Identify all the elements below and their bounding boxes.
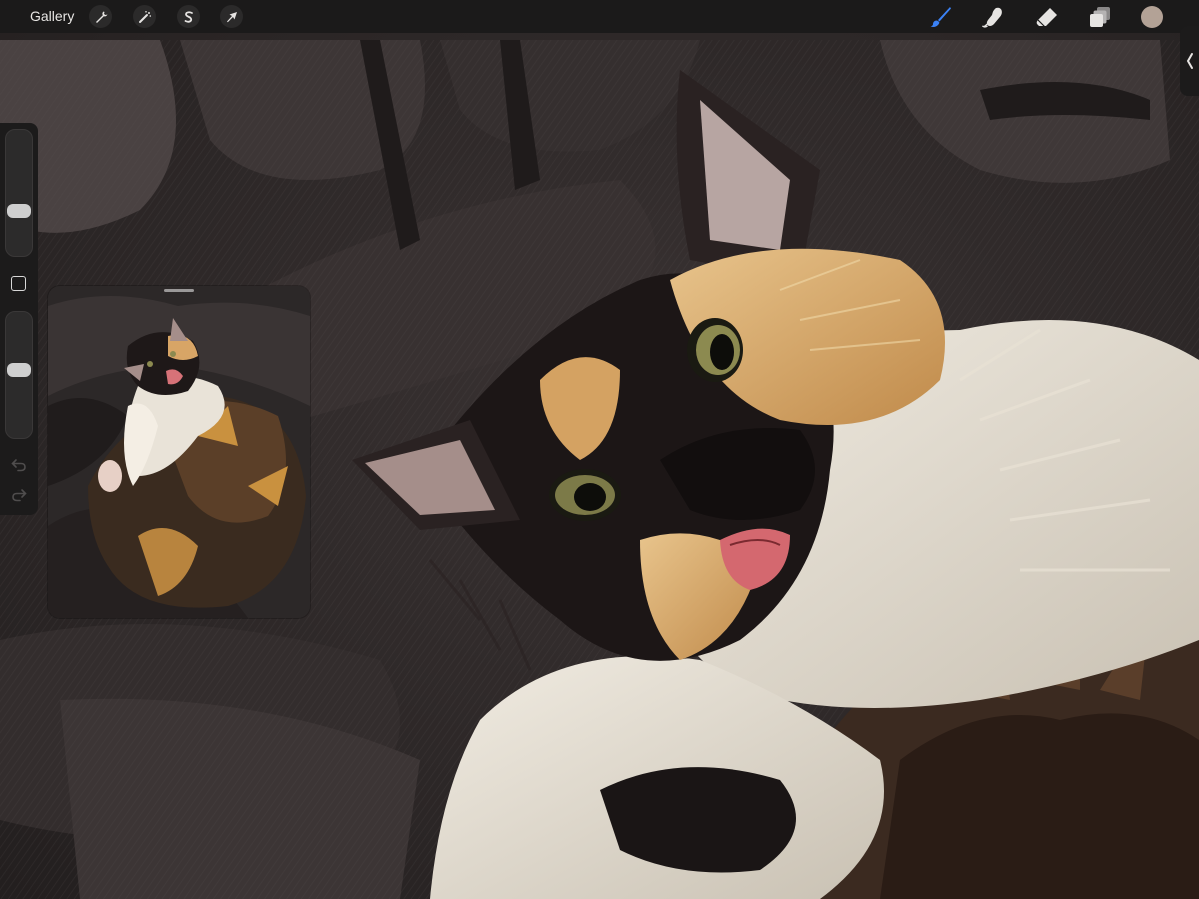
wrench-icon	[95, 11, 107, 23]
chevron-left-icon	[1186, 53, 1193, 69]
brush-icon	[930, 7, 951, 27]
top-toolbar: Gallery	[0, 0, 1199, 33]
selection-s-icon	[184, 10, 193, 23]
right-panel-handle[interactable]	[1180, 26, 1199, 96]
opacity-thumb[interactable]	[7, 363, 31, 377]
undo-icon[interactable]	[11, 458, 27, 472]
reference-image	[48, 286, 310, 618]
adjustments-button[interactable]	[133, 5, 156, 28]
procreate-app: Gallery	[0, 0, 1199, 899]
smudge-tool-button[interactable]	[982, 5, 1006, 29]
brush-tool-button[interactable]	[929, 5, 953, 29]
color-picker-button[interactable]	[1141, 6, 1163, 28]
smudge-finger-icon	[982, 7, 1002, 28]
selection-button[interactable]	[177, 5, 200, 28]
brush-size-slider[interactable]	[5, 129, 33, 257]
redo-icon[interactable]	[11, 488, 27, 502]
arrow-cursor-icon	[226, 11, 237, 22]
transform-button[interactable]	[220, 5, 243, 28]
layers-icon	[1090, 7, 1110, 27]
actions-button[interactable]	[89, 5, 112, 28]
opacity-slider[interactable]	[5, 311, 33, 439]
eraser-icon	[1036, 8, 1057, 28]
reference-window[interactable]	[48, 286, 310, 618]
modify-button[interactable]	[11, 276, 26, 291]
layers-button[interactable]	[1088, 5, 1112, 29]
magic-wand-icon	[138, 10, 151, 23]
brush-size-thumb[interactable]	[7, 204, 31, 218]
gallery-button[interactable]: Gallery	[30, 8, 74, 25]
reference-drag-handle[interactable]	[164, 289, 194, 292]
eraser-tool-button[interactable]	[1035, 5, 1059, 29]
left-sidebar	[0, 123, 38, 515]
